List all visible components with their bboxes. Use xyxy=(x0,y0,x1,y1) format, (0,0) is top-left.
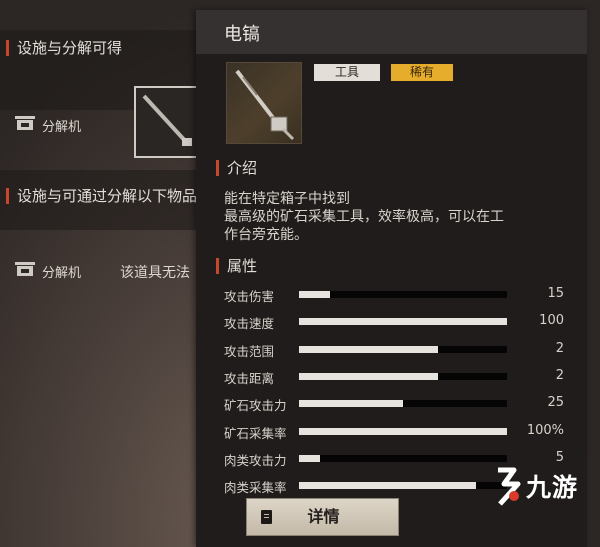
stat-bar xyxy=(299,427,507,435)
item-icon-slot xyxy=(226,62,302,144)
stat-label: 攻击速度 xyxy=(224,316,275,332)
jiuyou-logo-icon xyxy=(498,467,521,506)
jiuyou-watermark: 九游 xyxy=(492,466,598,508)
item-name: 电镐 xyxy=(224,24,260,45)
stat-row: 矿石攻击力 25 xyxy=(224,395,564,413)
stat-value: 25 xyxy=(547,395,564,411)
item-description-line-2: 最高级的矿石采集工具，效率极高，可以在工 xyxy=(224,209,504,225)
stat-row: 矿石采集率 100% xyxy=(224,423,564,441)
facility-label-2: 分解机 xyxy=(42,266,82,281)
disassembly-note: 该道具无法 xyxy=(120,265,190,281)
stat-value: 100 xyxy=(539,313,564,329)
facility-label-1: 分解机 xyxy=(42,120,82,135)
stat-row: 攻击范围 2 xyxy=(224,341,564,359)
item-description-line-3: 作台旁充能。 xyxy=(224,227,308,243)
stat-bar xyxy=(299,291,507,298)
stat-label: 肉类攻击力 xyxy=(224,452,287,468)
stat-label: 矿石攻击力 xyxy=(224,398,287,414)
stat-value: 2 xyxy=(555,340,564,356)
card-header: 电镐 xyxy=(196,10,587,54)
stat-bar xyxy=(299,454,507,462)
details-button-label: 详情 xyxy=(307,507,340,526)
stat-label: 攻击伤害 xyxy=(224,289,275,304)
stat-label: 攻击范围 xyxy=(224,343,275,359)
stat-bar xyxy=(299,372,507,380)
stat-row: 攻击速度 100 xyxy=(224,313,564,331)
watermark-text: 九游 xyxy=(526,473,579,502)
stat-bar-fill xyxy=(299,482,476,490)
facility-icon xyxy=(15,116,35,130)
stat-label: 肉类采集率 xyxy=(224,480,287,496)
attributes-section-header: 属性 xyxy=(216,258,257,274)
stat-value: 2 xyxy=(555,367,564,383)
stat-bar xyxy=(299,400,507,408)
facility-icon xyxy=(15,262,35,276)
pickaxe-thumbnail-icon xyxy=(142,94,192,146)
stat-label: 攻击距离 xyxy=(224,370,275,386)
stat-bar-fill xyxy=(299,400,403,408)
stat-bar-fill xyxy=(299,345,438,353)
details-button[interactable]: 详情 xyxy=(246,498,399,536)
item-type-tag: 工具 xyxy=(314,64,380,81)
stat-bar-fill xyxy=(299,454,320,462)
item-rarity-tag: 稀有 xyxy=(391,64,453,81)
background-section-1-title: 设施与分解可得 xyxy=(6,40,122,56)
stat-value: 100% xyxy=(526,422,564,438)
stat-bar xyxy=(299,482,507,490)
stat-value: 5 xyxy=(555,449,564,465)
stat-bar-fill xyxy=(299,318,507,326)
stat-row: 攻击伤害 15 xyxy=(224,286,564,304)
stat-row: 攻击距离 2 xyxy=(224,368,564,386)
intro-section-header: 介绍 xyxy=(216,160,257,176)
item-description-line-1: 能在特定箱子中找到 xyxy=(224,191,350,207)
stat-bar-fill xyxy=(299,427,507,435)
electric-pickaxe-icon xyxy=(235,69,295,141)
stat-label: 矿石采集率 xyxy=(224,425,287,441)
stat-bar xyxy=(299,318,507,326)
stat-value: 15 xyxy=(547,286,564,301)
disassembly-item-slot[interactable] xyxy=(134,86,204,158)
stat-bar-fill xyxy=(299,291,330,298)
stat-bar-fill xyxy=(299,372,438,380)
stat-bar xyxy=(299,345,507,353)
background-section-2-title: 设施与可通过分解以下物品 xyxy=(6,188,197,204)
